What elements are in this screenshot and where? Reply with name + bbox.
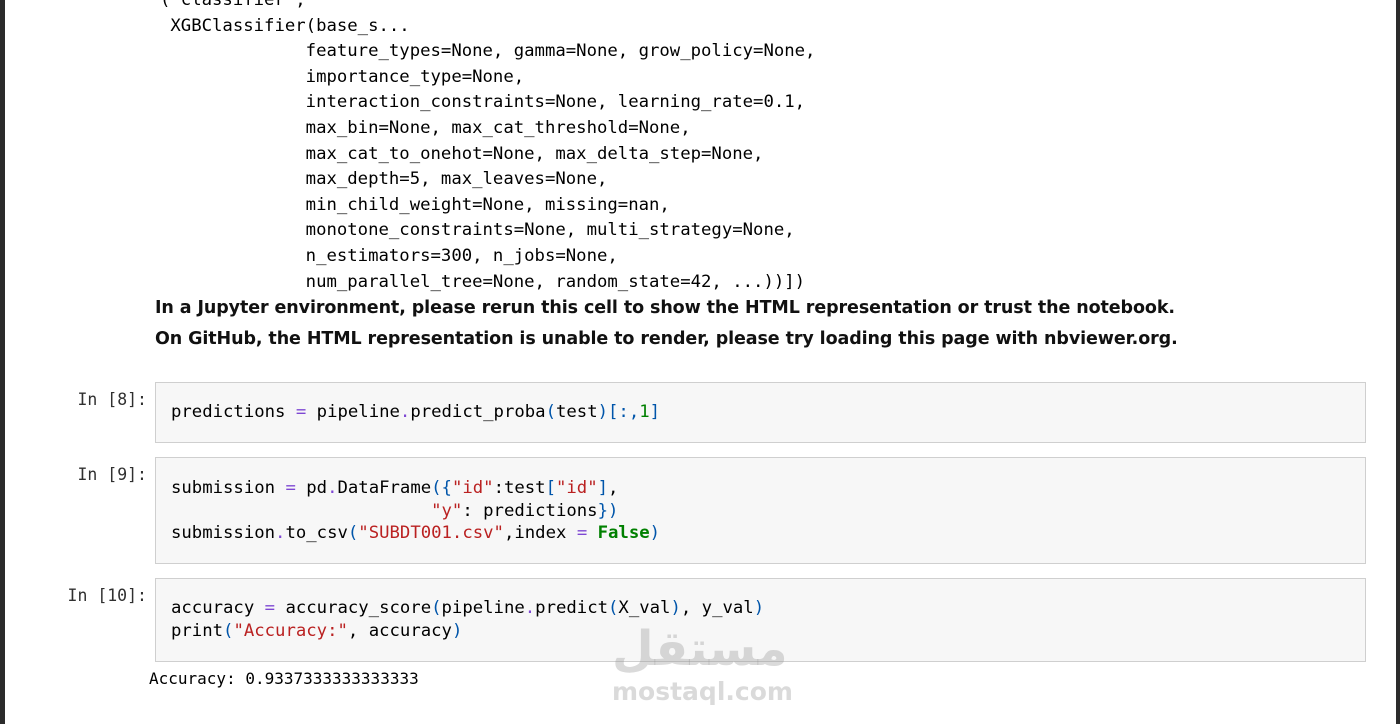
- output-line: max_bin=None, max_cat_threshold=None,: [160, 117, 691, 138]
- cell-output-accuracy: Accuracy: 0.9337333333333333: [149, 669, 419, 688]
- output-line: XGBClassifier(base_s...: [160, 15, 410, 36]
- window-right-edge: [1396, 0, 1400, 724]
- code-line[interactable]: predictions = pipeline.predict_proba(tes…: [171, 401, 660, 424]
- cell-prompt: In [9]:: [77, 465, 147, 484]
- cell-prompt: In [8]:: [77, 390, 147, 409]
- html-repr-warning-jupyter: In a Jupyter environment, please rerun t…: [155, 298, 1175, 318]
- pipeline-repr-output: ('classifier', XGBClassifier(base_s... f…: [160, 0, 815, 295]
- code-cell-8[interactable]: predictions = pipeline.predict_proba(tes…: [155, 382, 1366, 443]
- output-line: ('classifier',: [160, 0, 306, 10]
- output-line: monotone_constraints=None, multi_strateg…: [160, 220, 795, 241]
- output-line: max_depth=5, max_leaves=None,: [160, 169, 608, 190]
- cell-prompt: In [10]:: [67, 586, 147, 605]
- html-repr-warning-github: On GitHub, the HTML representation is un…: [155, 329, 1178, 349]
- window-left-edge: [0, 0, 5, 724]
- code-block[interactable]: accuracy = accuracy_score(pipeline.predi…: [171, 597, 764, 642]
- code-cell-9[interactable]: submission = pd.DataFrame({"id":test["id…: [155, 457, 1366, 564]
- output-line: num_parallel_tree=None, random_state=42,…: [160, 271, 806, 292]
- output-line: max_cat_to_onehot=None, max_delta_step=N…: [160, 143, 764, 164]
- code-cell-10[interactable]: accuracy = accuracy_score(pipeline.predi…: [155, 578, 1366, 662]
- output-line: interaction_constraints=None, learning_r…: [160, 92, 806, 113]
- output-line: feature_types=None, gamma=None, grow_pol…: [160, 41, 816, 62]
- output-line: importance_type=None,: [160, 66, 525, 87]
- output-line: n_estimators=300, n_jobs=None,: [160, 245, 618, 266]
- code-block[interactable]: submission = pd.DataFrame({"id":test["id…: [171, 477, 660, 545]
- output-line: min_child_weight=None, missing=nan,: [160, 194, 670, 215]
- watermark-latin: mostaql.com: [612, 677, 793, 706]
